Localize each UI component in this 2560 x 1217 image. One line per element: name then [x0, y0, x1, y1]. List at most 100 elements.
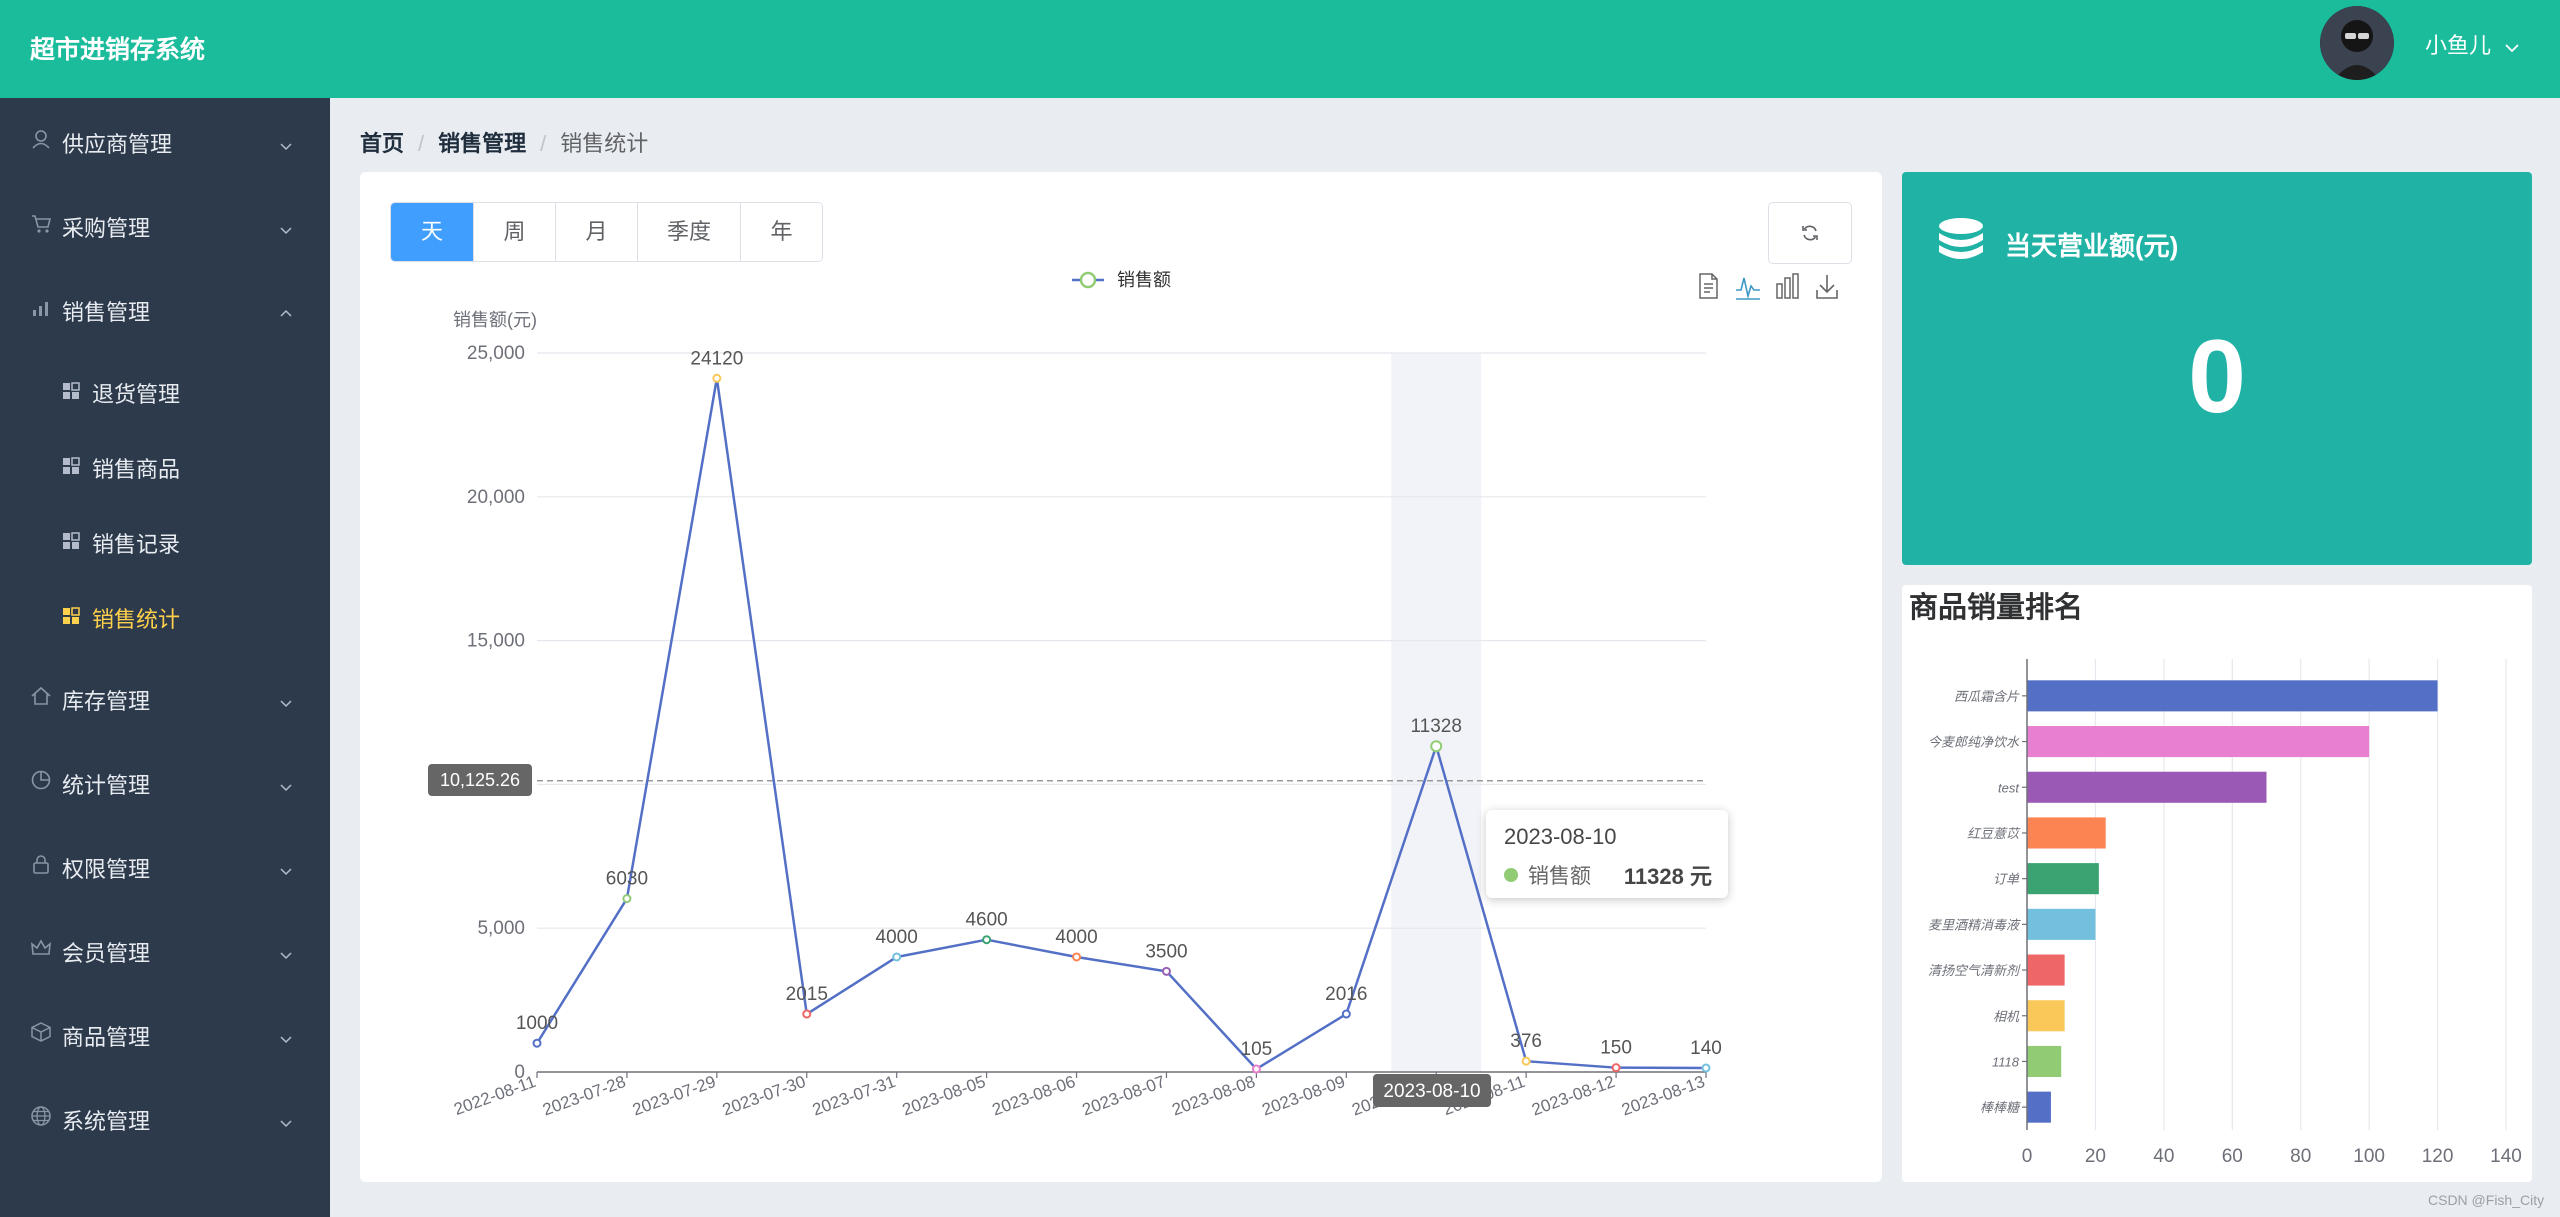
bar[interactable] — [2027, 863, 2099, 895]
chevron-down-icon — [280, 689, 292, 708]
tooltip-date: 2023-08-10 — [1504, 824, 1617, 849]
sales-line-chart: 05,00010,00015,00020,00025,000 2022-08-1… — [428, 270, 1838, 1120]
avatar[interactable] — [2320, 6, 2394, 80]
globe-icon — [30, 1105, 52, 1127]
x-tick-label: 100 — [2353, 1146, 2385, 1167]
sidebar-item-system[interactable]: 系统管理 — [0, 1075, 330, 1159]
data-point[interactable] — [982, 935, 992, 945]
app-title: 超市进销存系统 — [30, 36, 206, 64]
data-point[interactable] — [892, 952, 902, 962]
data-label: 105 — [1241, 1039, 1273, 1060]
data-point[interactable] — [1072, 952, 1082, 962]
breadcrumb-home[interactable]: 首页 — [360, 131, 404, 156]
data-label: 2015 — [786, 984, 828, 1005]
legend-symbol-dot — [1079, 271, 1097, 289]
sidebar-item-permissions[interactable]: 权限管理 — [0, 823, 330, 907]
sidebar-item-sales-records[interactable]: 销售记录 — [0, 503, 330, 577]
bar[interactable] — [2027, 1045, 2062, 1077]
data-point[interactable] — [1161, 966, 1171, 976]
pie-chart-icon — [30, 769, 52, 791]
bar[interactable] — [2027, 1091, 2051, 1123]
breadcrumb-separator: / — [418, 131, 425, 156]
chart-legend[interactable]: 销售额 — [1072, 270, 1171, 290]
y-tick-label: 15,000 — [467, 631, 525, 652]
data-view-icon[interactable] — [1699, 273, 1718, 299]
download-icon[interactable] — [1816, 275, 1838, 299]
data-point[interactable] — [1430, 740, 1443, 753]
sidebar-item-label: 系统管理 — [62, 1109, 151, 1134]
bar[interactable] — [2027, 680, 2438, 712]
data-point[interactable] — [1251, 1064, 1261, 1074]
data-point[interactable] — [712, 373, 722, 383]
y-tick-label: 5,000 — [477, 918, 525, 939]
sidebar-item-inventory[interactable]: 库存管理 — [0, 655, 330, 739]
data-label: 140 — [1690, 1038, 1722, 1059]
top-bar — [0, 0, 2560, 98]
breadcrumb: 首页 / 销售管理 / 销售统计 — [360, 126, 648, 158]
axis-pointer-shadow — [1391, 353, 1482, 1072]
y-tick-label: 西瓜霜含片 — [1954, 689, 2020, 704]
sidebar-item-members[interactable]: 会员管理 — [0, 907, 330, 991]
chart-tooltip: 2023-08-10 销售额 11328 元 — [1486, 810, 1728, 898]
grid-icon — [62, 380, 80, 399]
lock-icon — [30, 853, 52, 875]
user-icon — [30, 128, 52, 150]
data-point[interactable] — [802, 1009, 812, 1019]
bar[interactable] — [2027, 817, 2106, 849]
x-tick-label: 2023-08-12 — [1529, 1072, 1617, 1120]
x-tick-label: 2023-07-29 — [630, 1072, 718, 1120]
bar[interactable] — [2027, 1000, 2065, 1032]
sidebar-item-supplier[interactable]: 供应商管理 — [0, 98, 330, 182]
chevron-down-icon — [280, 773, 292, 792]
sidebar-item-returns[interactable]: 退货管理 — [0, 353, 330, 427]
sidebar-item-label: 商品管理 — [62, 1025, 151, 1050]
data-point[interactable] — [1521, 1056, 1531, 1066]
chevron-down-icon — [280, 1109, 292, 1128]
y-tick-label: 麦里酒精消毒液 — [1928, 917, 2021, 932]
bar[interactable] — [2027, 771, 2267, 803]
x-tick-label: 2023-08-05 — [900, 1072, 988, 1120]
bar[interactable] — [2027, 726, 2370, 758]
sidebar-item-sales-goods[interactable]: 销售商品 — [0, 428, 330, 502]
line-chart-icon[interactable] — [1736, 277, 1760, 300]
y-axis-label: 销售额(元) — [453, 310, 537, 330]
bar-chart-icon[interactable] — [1776, 273, 1799, 299]
bar[interactable] — [2027, 908, 2096, 940]
chevron-down-icon — [2505, 33, 2519, 59]
y-tick-label: 棒棒糖 — [1980, 1100, 2021, 1115]
user-menu[interactable]: 小鱼儿 — [2425, 28, 2519, 60]
data-point[interactable] — [532, 1038, 542, 1048]
sidebar-item-label: 权限管理 — [62, 857, 151, 882]
sidebar-item-purchase[interactable]: 采购管理 — [0, 182, 330, 266]
watermark: CSDN @Fish_City — [2428, 1192, 2545, 1208]
x-tick-label: 2023-07-30 — [720, 1072, 808, 1120]
chevron-down-icon — [280, 857, 292, 876]
chevron-down-icon — [280, 1025, 292, 1044]
tooltip-series-dot — [1504, 868, 1518, 882]
y-tick-label: 清扬空气清新剂 — [1928, 963, 2021, 978]
data-point[interactable] — [1611, 1063, 1621, 1073]
data-label: 11328 — [1411, 716, 1462, 737]
data-point[interactable] — [1701, 1063, 1711, 1073]
bar[interactable] — [2027, 954, 2065, 986]
average-line-label: 10,125.26 — [440, 770, 520, 790]
data-point[interactable] — [622, 894, 632, 904]
chevron-down-icon — [280, 132, 292, 151]
y-tick-label: 订单 — [1993, 872, 2020, 887]
sidebar-item-sales-stats[interactable]: 销售统计 — [0, 578, 330, 652]
grid-icon — [62, 530, 80, 549]
data-label: 4000 — [876, 927, 918, 948]
breadcrumb-parent[interactable]: 销售管理 — [438, 131, 526, 156]
sidebar-item-label: 销售统计 — [92, 607, 181, 632]
data-point[interactable] — [1341, 1009, 1351, 1019]
axis-pointer-label: 2023-08-10 — [1383, 1081, 1480, 1102]
product-ranking-chart: 西瓜霜含片今麦郎纯净饮水 test 红豆薏苡订单麦里酒精消毒液清扬空气清新剂相机 11… — [1928, 659, 2522, 1167]
series-line-sales — [535, 377, 1707, 1071]
data-label: 6030 — [606, 869, 648, 890]
x-tick-label: 2022-08-11 — [451, 1072, 538, 1119]
x-tick-label: 2023-08-08 — [1170, 1072, 1258, 1120]
sidebar-item-statistics[interactable]: 统计管理 — [0, 739, 330, 823]
sidebar-item-sales[interactable]: 销售管理 — [0, 266, 330, 350]
sidebar-item-goods[interactable]: 商品管理 — [0, 991, 330, 1075]
y-tick-label: 25,000 — [467, 343, 525, 364]
